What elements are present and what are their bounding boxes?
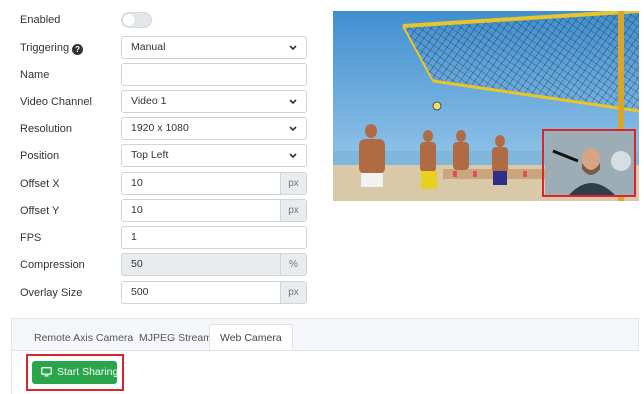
name-label: Name (20, 69, 50, 81)
name-input[interactable] (121, 63, 307, 86)
triggering-row: Triggering? Manual (0, 36, 320, 60)
offset-x-row: Offset X 10 px (0, 172, 320, 196)
name-row: Name (0, 63, 320, 87)
chevron-down-icon (289, 126, 297, 132)
fps-value: 1 (131, 231, 137, 243)
video-channel-value: Video 1 (131, 95, 167, 107)
offset-y-value: 10 (131, 204, 143, 216)
fps-row: FPS 1 (0, 226, 320, 250)
compression-row: Compression 50 % (0, 253, 320, 277)
toggle-knob (123, 14, 135, 26)
offset-y-unit: px (280, 200, 306, 221)
compression-value: 50 (131, 258, 143, 270)
offset-x-input[interactable]: 10 px (121, 172, 307, 195)
enabled-row: Enabled (0, 8, 320, 32)
triggering-value: Manual (131, 41, 166, 53)
tab-mjpeg-stream[interactable]: MJPEG Stream (139, 325, 212, 351)
fps-input[interactable]: 1 (121, 226, 307, 249)
overlay-size-unit: px (280, 282, 306, 303)
resolution-row: Resolution 1920 x 1080 (0, 117, 320, 141)
offset-y-row: Offset Y 10 px (0, 199, 320, 223)
chevron-down-icon (289, 153, 297, 159)
chevron-down-icon (289, 99, 297, 105)
overlay-size-row: Overlay Size 500 px (0, 281, 320, 305)
help-circle-icon[interactable]: ? (72, 44, 84, 55)
overlay-size-value: 500 (131, 286, 149, 298)
compression-unit: % (280, 254, 306, 275)
offset-y-label: Offset Y (20, 205, 60, 217)
resolution-select[interactable]: 1920 x 1080 (121, 117, 307, 140)
compression-label: Compression (20, 259, 85, 271)
position-label: Position (20, 150, 60, 162)
triggering-select[interactable]: Manual (121, 36, 307, 59)
offset-x-unit: px (280, 173, 306, 194)
enabled-label: Enabled (20, 14, 61, 26)
offset-x-value: 10 (131, 177, 143, 189)
video-channel-label: Video Channel (20, 96, 92, 108)
offset-y-input[interactable]: 10 px (121, 199, 307, 222)
tab-remote-axis-camera[interactable]: Remote Axis Camera (34, 325, 133, 351)
overlay-size-label: Overlay Size (20, 287, 83, 299)
start-sharing-highlight (26, 354, 124, 391)
compression-input: 50 % (121, 253, 307, 276)
chevron-down-icon (289, 45, 297, 51)
offset-x-label: Offset X (20, 178, 60, 190)
triggering-label: Triggering? (20, 36, 84, 60)
fps-label: FPS (20, 232, 42, 244)
tab-web-camera[interactable]: Web Camera (209, 324, 293, 350)
overlay-size-input[interactable]: 500 px (121, 281, 307, 304)
video-channel-select[interactable]: Video 1 (121, 90, 307, 113)
enabled-toggle[interactable] (121, 12, 152, 28)
resolution-value: 1920 x 1080 (131, 122, 189, 134)
position-value: Top Left (131, 149, 169, 161)
video-channel-row: Video Channel Video 1 (0, 90, 320, 114)
position-select[interactable]: Top Left (121, 144, 307, 167)
triggering-label-text: Triggering (20, 42, 70, 54)
position-row: Position Top Left (0, 144, 320, 168)
webcam-overlay-highlight (542, 129, 636, 197)
resolution-label: Resolution (20, 123, 72, 135)
